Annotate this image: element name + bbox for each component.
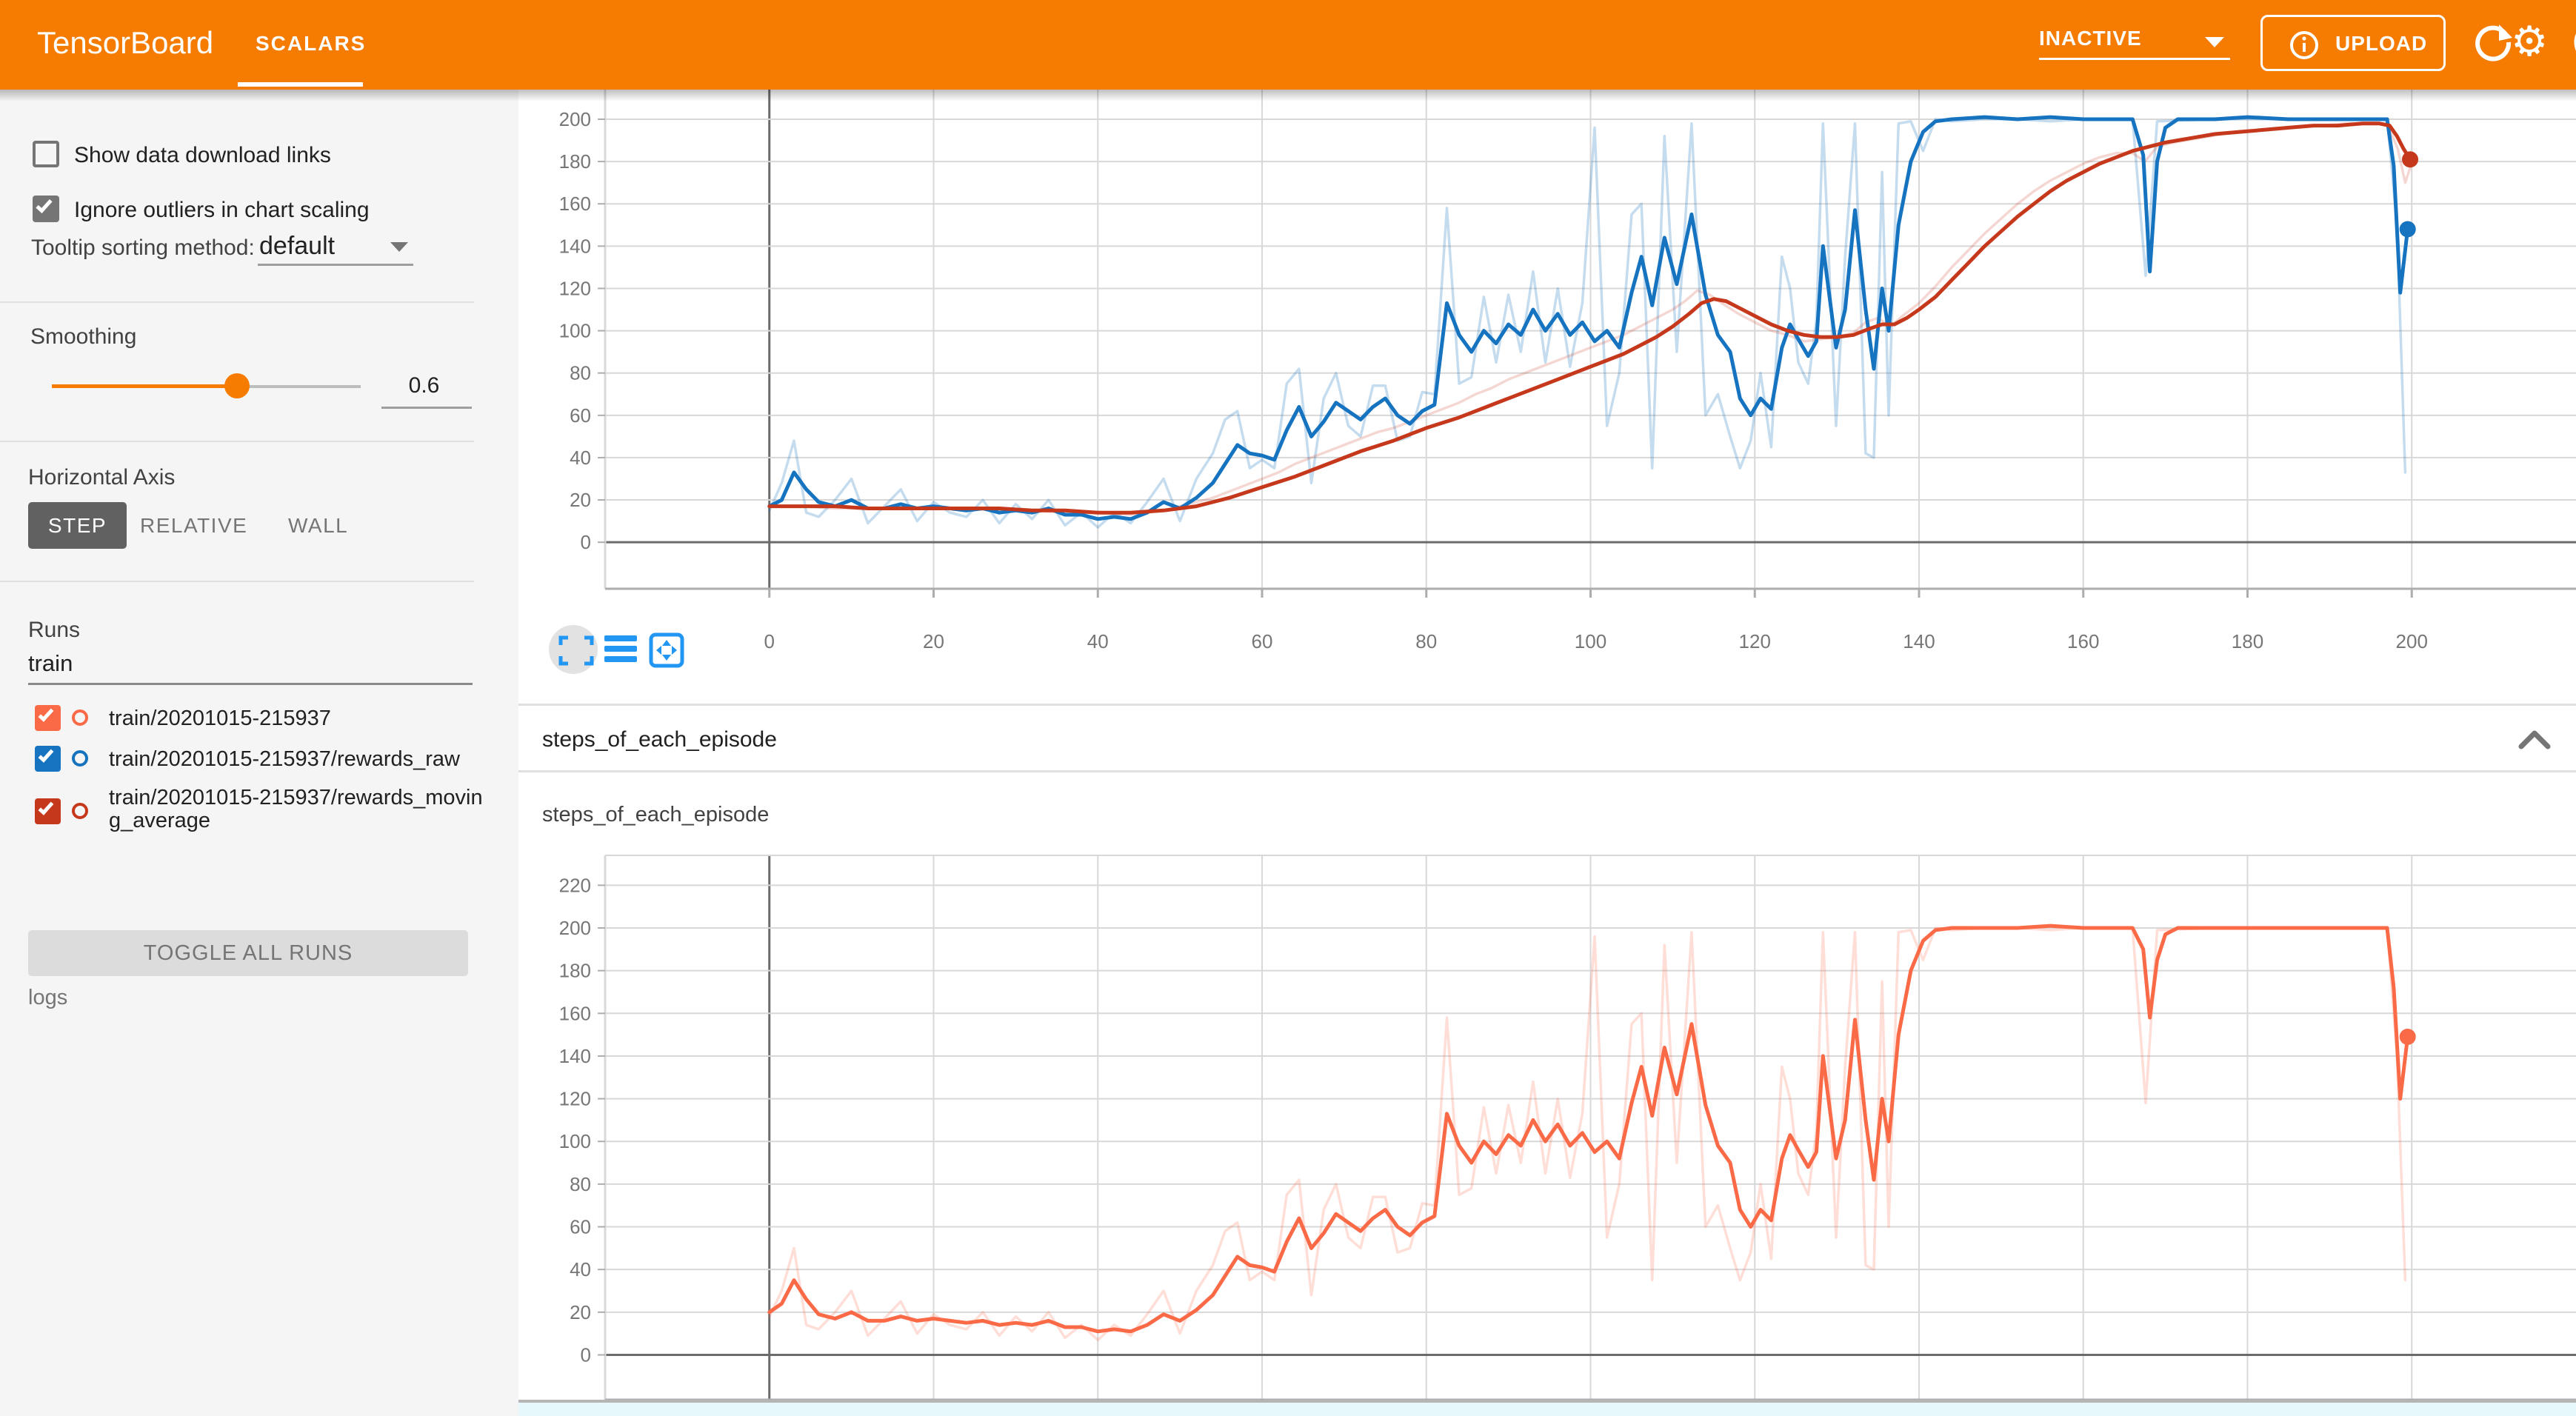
svg-text:20: 20 xyxy=(570,489,591,511)
steps-chart-title: steps_of_each_episode xyxy=(542,803,769,827)
svg-text:40: 40 xyxy=(570,447,591,469)
chevron-down-icon xyxy=(2205,37,2224,47)
upload-button-label: UPLOAD xyxy=(2335,32,2427,56)
check-icon xyxy=(39,706,54,722)
svg-text:20: 20 xyxy=(923,630,944,652)
info-icon xyxy=(2282,19,2326,71)
svg-text:120: 120 xyxy=(559,1088,591,1110)
check-icon xyxy=(39,747,54,763)
svg-text:0: 0 xyxy=(581,531,591,553)
status-dropdown-value: INACTIVE xyxy=(2039,27,2142,50)
svg-text:200: 200 xyxy=(2396,630,2428,652)
check-icon xyxy=(36,196,52,213)
status-dropdown-underline xyxy=(2039,58,2230,60)
tooltip-sorting-dropdown[interactable]: default xyxy=(259,232,335,261)
run-color-ring-1 xyxy=(72,709,88,726)
svg-text:80: 80 xyxy=(570,362,591,384)
svg-text:140: 140 xyxy=(1903,630,1935,652)
app-header: TensorBoard SCALARS INACTIVE UPLOAD ⚙ xyxy=(0,0,2576,90)
svg-text:120: 120 xyxy=(1739,630,1771,652)
svg-text:40: 40 xyxy=(1087,630,1109,652)
svg-text:180: 180 xyxy=(559,960,591,982)
app-title: TensorBoard xyxy=(37,25,213,61)
svg-text:140: 140 xyxy=(559,1045,591,1067)
smoothing-slider-fill[interactable] xyxy=(52,384,237,388)
smoothing-value-underline xyxy=(381,407,472,409)
section-divider xyxy=(518,704,2576,706)
svg-text:80: 80 xyxy=(1415,630,1437,652)
svg-text:180: 180 xyxy=(559,150,591,173)
runs-filter-underline xyxy=(28,683,473,685)
refresh-icon[interactable] xyxy=(2469,19,2517,66)
svg-text:0: 0 xyxy=(764,630,775,652)
run-checkbox-1[interactable] xyxy=(35,705,61,731)
run-label-2: train/20201015-215937/rewards_raw xyxy=(109,748,494,771)
rewards-scalar-chart[interactable]: 0 20 40 60 80 100 120 140 160 180 200 0 20 40 60 80 100 1… xyxy=(518,90,2576,705)
svg-text:40: 40 xyxy=(570,1258,591,1280)
fullscreen-icon[interactable] xyxy=(561,638,592,664)
fit-domain-icon[interactable] xyxy=(651,635,682,666)
show-download-links-label: Show data download links xyxy=(74,143,331,168)
svg-text:140: 140 xyxy=(559,235,591,257)
divider xyxy=(0,301,474,303)
svg-text:80: 80 xyxy=(570,1173,591,1195)
runs-filter-input[interactable]: train xyxy=(28,650,73,677)
check-icon xyxy=(39,799,54,815)
svg-text:220: 220 xyxy=(559,874,591,896)
settings-sidebar: Show data download links Ignore outliers… xyxy=(0,90,518,1416)
run-color-ring-3 xyxy=(72,803,88,819)
smoothing-slider-track[interactable] xyxy=(237,385,361,388)
svg-text:20: 20 xyxy=(570,1301,591,1323)
svg-text:60: 60 xyxy=(1252,630,1273,652)
run-label-1: train/20201015-215937 xyxy=(109,707,494,730)
show-download-links-checkbox[interactable] xyxy=(33,141,59,167)
svg-text:60: 60 xyxy=(570,404,591,427)
svg-text:60: 60 xyxy=(570,1216,591,1238)
svg-text:100: 100 xyxy=(559,1130,591,1152)
help-icon[interactable] xyxy=(2564,14,2576,70)
tooltip-dropdown-underline xyxy=(258,264,413,266)
svg-text:100: 100 xyxy=(1575,630,1606,652)
run-checkbox-2[interactable] xyxy=(35,746,61,772)
axis-button-relative[interactable]: RELATIVE xyxy=(140,502,247,549)
chevron-up-icon[interactable] xyxy=(2515,726,2560,755)
run-color-ring-2 xyxy=(72,750,88,767)
svg-text:200: 200 xyxy=(559,108,591,130)
svg-text:100: 100 xyxy=(559,320,591,342)
ignore-outliers-checkbox[interactable] xyxy=(33,196,59,222)
chevron-down-icon[interactable] xyxy=(390,242,408,252)
section-title[interactable]: steps_of_each_episode xyxy=(542,727,777,752)
smoothing-value[interactable]: 0.6 xyxy=(374,373,474,398)
horizontal-axis-label: Horizontal Axis xyxy=(28,465,175,490)
tooltip-sorting-label: Tooltip sorting method: xyxy=(31,236,255,261)
logs-label: logs xyxy=(28,986,67,1010)
svg-text:120: 120 xyxy=(559,277,591,299)
upload-button[interactable]: UPLOAD xyxy=(2260,15,2446,71)
axis-button-step[interactable]: STEP xyxy=(28,502,127,549)
runs-heading: Runs xyxy=(28,618,80,643)
toggle-all-runs-button[interactable]: TOGGLE ALL RUNS xyxy=(28,930,468,976)
tab-scalars[interactable]: SCALARS xyxy=(256,32,366,56)
ignore-outliers-label: Ignore outliers in chart scaling xyxy=(74,198,370,223)
divider xyxy=(0,441,474,442)
svg-text:0: 0 xyxy=(581,1343,591,1366)
svg-text:200: 200 xyxy=(559,917,591,939)
svg-text:160: 160 xyxy=(559,193,591,215)
tab-active-indicator xyxy=(238,82,363,87)
smoothing-slider-knob[interactable] xyxy=(224,373,250,398)
section-divider xyxy=(518,770,2576,772)
svg-text:180: 180 xyxy=(2232,630,2263,652)
axis-button-wall[interactable]: WALL xyxy=(288,502,348,549)
divider xyxy=(0,581,474,582)
status-dropdown[interactable]: INACTIVE xyxy=(2039,27,2230,62)
run-checkbox-3[interactable] xyxy=(35,798,61,824)
run-label-3: train/20201015-215937/rewards_moving_ave… xyxy=(109,787,494,832)
svg-text:160: 160 xyxy=(559,1002,591,1024)
data-table-icon[interactable] xyxy=(604,635,637,662)
gear-icon[interactable]: ⚙ xyxy=(2511,18,2548,65)
tensorboard-app: TensorBoard SCALARS INACTIVE UPLOAD ⚙ xyxy=(0,0,2576,1416)
steps-scalar-chart[interactable]: 0 20 40 60 80 100 120 140 160 180 200 220 xyxy=(518,829,2576,1403)
smoothing-label: Smoothing xyxy=(30,324,136,350)
svg-text:160: 160 xyxy=(2067,630,2099,652)
